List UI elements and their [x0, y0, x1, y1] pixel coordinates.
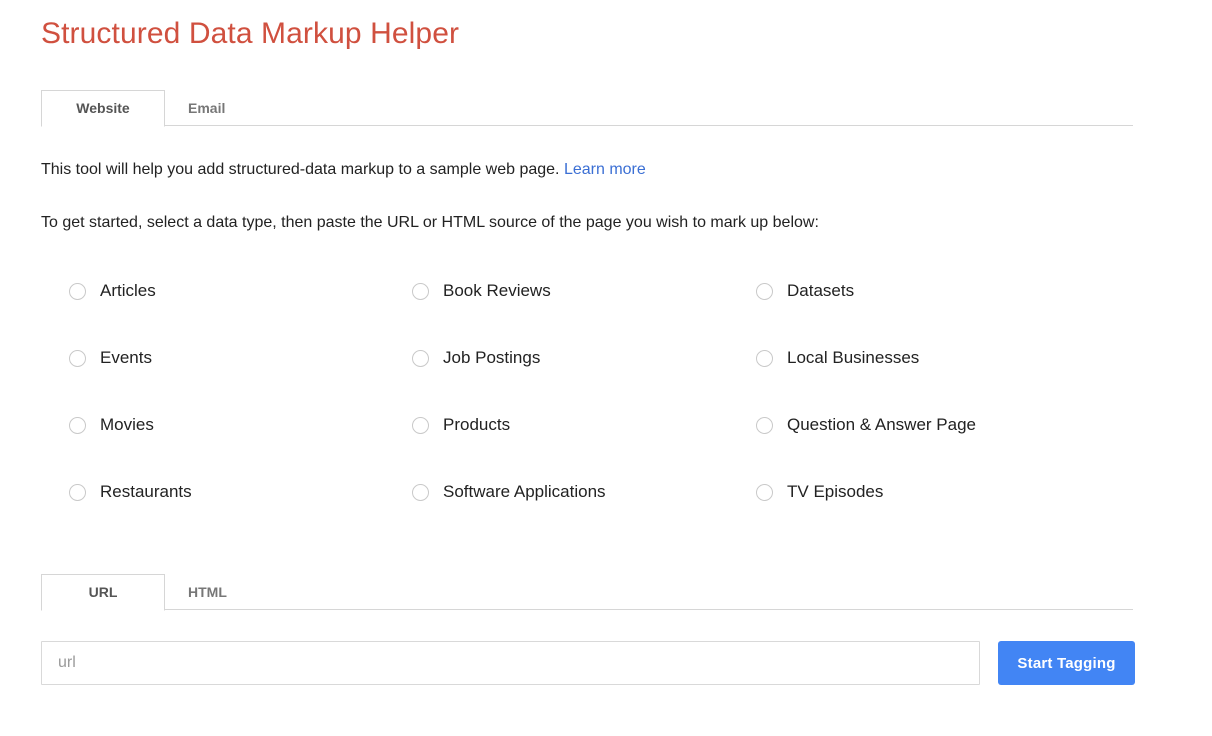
- url-input[interactable]: [41, 641, 980, 685]
- radio-icon[interactable]: [412, 416, 429, 434]
- radio-icon[interactable]: [412, 349, 429, 367]
- source-tabstrip: URL HTML: [41, 574, 1133, 611]
- radio-icon[interactable]: [756, 349, 773, 367]
- data-type-row: Movies Products Question & Answer Page: [69, 409, 1069, 476]
- tab-email[interactable]: Email: [165, 90, 248, 126]
- intro-instructions: To get started, select a data type, then…: [41, 214, 819, 231]
- intro-description: This tool will help you add structured-d…: [41, 159, 646, 181]
- learn-more-link[interactable]: Learn more: [564, 161, 646, 178]
- data-type-row: Events Job Postings Local Businesses: [69, 342, 1069, 409]
- radio-label: Software Applications: [443, 482, 606, 501]
- tab-website[interactable]: Website: [41, 90, 165, 127]
- intro-description-text: This tool will help you add structured-d…: [41, 161, 564, 178]
- radio-icon[interactable]: [412, 282, 429, 300]
- data-type-radio-group: Articles Book Reviews Datasets Events Jo…: [69, 275, 1069, 543]
- radio-icon[interactable]: [412, 483, 429, 501]
- main-tabs: Website Email: [41, 90, 248, 127]
- data-type-row: Restaurants Software Applications TV Epi…: [69, 476, 1069, 543]
- radio-label: Restaurants: [100, 482, 192, 501]
- radio-label: Movies: [100, 415, 154, 434]
- tab-html[interactable]: HTML: [165, 574, 250, 610]
- tab-url[interactable]: URL: [41, 574, 165, 611]
- radio-option-software-applications[interactable]: Software Applications: [412, 476, 756, 508]
- radio-label: Articles: [100, 281, 156, 300]
- radio-option-movies[interactable]: Movies: [69, 409, 412, 441]
- radio-option-products[interactable]: Products: [412, 409, 756, 441]
- radio-label: Products: [443, 415, 511, 434]
- radio-label: Datasets: [787, 281, 855, 300]
- radio-icon[interactable]: [69, 483, 86, 501]
- radio-label: TV Episodes: [787, 482, 884, 501]
- radio-icon[interactable]: [756, 282, 773, 300]
- source-tabs: URL HTML: [41, 574, 250, 611]
- radio-icon[interactable]: [756, 483, 773, 501]
- radio-option-local-businesses[interactable]: Local Businesses: [756, 342, 1069, 374]
- data-type-row: Articles Book Reviews Datasets: [69, 275, 1069, 342]
- markup-helper-page: Structured Data Markup Helper Website Em…: [0, 0, 1212, 736]
- radio-option-articles[interactable]: Articles: [69, 275, 412, 307]
- radio-option-job-postings[interactable]: Job Postings: [412, 342, 756, 374]
- radio-label: Events: [100, 348, 152, 367]
- radio-option-question-answer-page[interactable]: Question & Answer Page: [756, 409, 1069, 441]
- radio-icon[interactable]: [756, 416, 773, 434]
- radio-option-datasets[interactable]: Datasets: [756, 275, 1069, 307]
- radio-option-tv-episodes[interactable]: TV Episodes: [756, 476, 1069, 508]
- radio-label: Job Postings: [443, 348, 541, 367]
- main-tabstrip: Website Email: [41, 90, 1133, 127]
- start-tagging-button[interactable]: Start Tagging: [998, 641, 1135, 685]
- radio-option-restaurants[interactable]: Restaurants: [69, 476, 412, 508]
- radio-label: Local Businesses: [787, 348, 920, 367]
- radio-label: Question & Answer Page: [787, 415, 977, 434]
- radio-icon[interactable]: [69, 282, 86, 300]
- radio-label: Book Reviews: [443, 281, 551, 300]
- radio-icon[interactable]: [69, 349, 86, 367]
- page-title: Structured Data Markup Helper: [41, 17, 460, 50]
- radio-option-book-reviews[interactable]: Book Reviews: [412, 275, 756, 307]
- radio-option-events[interactable]: Events: [69, 342, 412, 374]
- radio-icon[interactable]: [69, 416, 86, 434]
- source-input-row: Start Tagging: [41, 641, 1135, 685]
